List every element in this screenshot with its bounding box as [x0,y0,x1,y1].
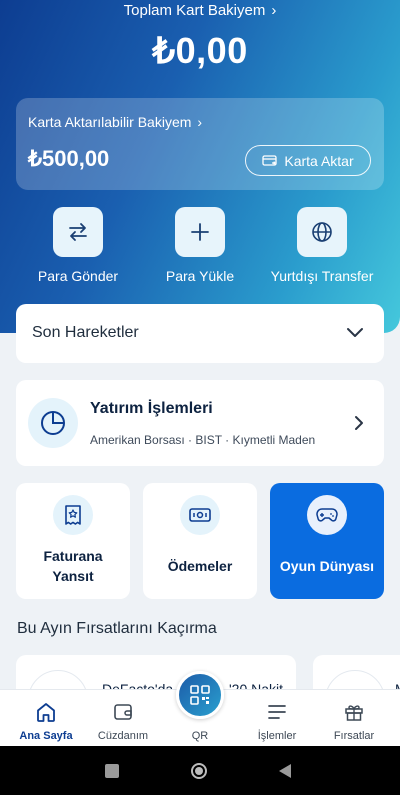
wallet-icon [114,704,132,720]
nav-transactions-label: İşlemler [257,730,297,742]
card-transfer-icon [262,154,278,166]
home-circle-icon[interactable] [189,763,209,779]
menu-lines-icon [268,705,286,719]
transferable-balance-label: Karta Aktarılabilir Bakiyem [28,114,192,130]
total-balance-link[interactable]: Toplam Kart Bakiyem › [0,2,400,19]
banknote-icon [180,495,220,535]
investment-card[interactable]: Yatırım İşlemleri Amerikan Borsası · BIS… [16,380,384,466]
nav-opportunities[interactable]: Fırsatlar [314,690,394,747]
payments-label: Ödemeler [167,558,233,574]
transfer-to-card-button[interactable]: Karta Aktar [245,145,371,176]
investment-title: Yatırım İşlemleri [90,400,213,417]
nav-home-label: Ana Sayfa [19,730,73,742]
bill-reflect-label-line2: Yansıt [52,568,94,584]
pie-chart-icon [28,398,78,448]
transferable-balance-card: Karta Aktarılabilir Bakiyem › ₺500,00 Kar… [16,98,384,190]
chevron-down-icon [347,328,363,337]
send-money-button[interactable]: Para Gönder [23,207,133,284]
chevron-right-icon [355,416,363,430]
receipt-star-icon [53,495,93,535]
recent-transactions-label: Son Hareketler [32,324,139,341]
gift-icon [345,705,363,721]
send-money-label: Para Gönder [37,268,119,284]
nav-opportunities-label: Fırsatlar [333,730,375,742]
transferable-balance-link[interactable]: Karta Aktarılabilir Bakiyem › [28,114,202,130]
globe-icon [297,207,347,257]
total-balance-amount: ₺0,00 [152,30,248,71]
load-money-label: Para Yükle [165,268,235,284]
back-icon[interactable] [277,763,293,779]
qr-icon [190,685,210,705]
nav-wallet[interactable]: Cüzdanım [83,690,163,747]
chevron-right-icon: › [197,114,203,130]
nav-home[interactable]: Ana Sayfa [6,690,86,747]
transfer-to-card-label: Karta Aktar [284,152,354,169]
game-world-label: Oyun Dünyası [279,558,375,574]
game-world-tile[interactable]: Oyun Dünyası [270,483,384,599]
load-money-button[interactable]: Para Yükle [145,207,255,284]
chevron-right-icon: › [271,2,277,19]
opportunities-title: Bu Ayın Fırsatlarını Kaçırma [17,620,217,637]
recent-transactions-toggle[interactable]: Son Hareketler [16,304,384,363]
plus-icon [175,207,225,257]
international-transfer-label: Yurtdışı Transfer [270,268,374,284]
gamepad-icon [307,495,347,535]
bill-reflect-label-line1: Faturana [43,548,103,564]
qr-button[interactable] [176,671,224,719]
total-balance-label: Toplam Kart Bakiyem [123,2,266,19]
system-navigation-bar [0,746,400,795]
payments-tile[interactable]: Ödemeler [143,483,257,599]
nav-transactions[interactable]: İşlemler [237,690,317,747]
home-icon [37,703,55,722]
international-transfer-button[interactable]: Yurtdışı Transfer [267,207,377,284]
nav-wallet-label: Cüzdanım [97,730,149,742]
bill-reflect-tile[interactable]: Faturana Yansıt [16,483,130,599]
balance-header: Toplam Kart Bakiyem › ₺0,00 Karta Aktarıl… [0,0,400,333]
transferable-balance-amount: ₺500,00 [28,146,110,171]
swap-arrows-icon [53,207,103,257]
investment-subtitle: Amerikan Borsası · BIST · Kıymetli Maden [90,433,316,447]
recents-icon[interactable] [104,763,120,779]
nav-qr-label: QR [191,730,209,742]
